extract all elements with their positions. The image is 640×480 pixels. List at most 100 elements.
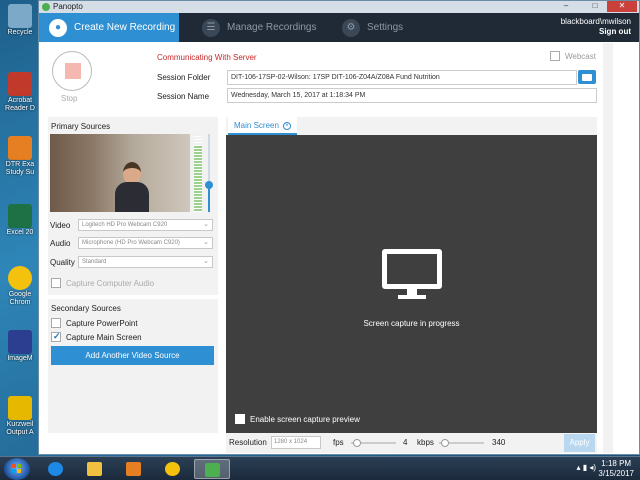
taskbar-panopto[interactable] [194, 459, 230, 479]
webcast-checkbox[interactable] [550, 51, 560, 61]
volume-slider-handle[interactable] [205, 180, 213, 189]
clock-time: 1:18 PM [601, 459, 632, 468]
resolution-select[interactable]: 1280 x 1024 [271, 436, 321, 449]
capture-main-screen-checkbox[interactable] [51, 331, 61, 342]
folder-browse-button[interactable] [578, 70, 596, 84]
top-nav: ● Create New Recording ☰ Manage Recordin… [39, 13, 639, 42]
excel-icon[interactable]: Excel 20 [2, 204, 38, 237]
tab-create-new-recording[interactable]: ● Create New Recording [39, 13, 179, 42]
video-row: Video Logitech HD Pro Webcam C920 ⌄ [50, 219, 213, 231]
folder-icon [582, 74, 592, 81]
capture-settings-bar: Resolution 1280 x 1024 fps 4 kbps 340 Ap… [226, 433, 597, 453]
kbps-slider-handle[interactable] [441, 439, 449, 447]
stop-button[interactable] [52, 51, 92, 91]
window-title: Panopto [53, 2, 83, 11]
quality-select-value: Standard [82, 259, 107, 265]
capture-powerpoint-option[interactable]: Capture PowerPoint [51, 318, 138, 328]
video-select[interactable]: Logitech HD Pro Webcam C920 ⌄ [78, 219, 213, 231]
monitor-icon [382, 249, 442, 289]
capture-computer-audio-label: Capture Computer Audio [66, 278, 155, 288]
secondary-sources-title: Secondary Sources [51, 304, 121, 313]
quality-select[interactable]: Standard ⌄ [78, 256, 213, 268]
capture-main-screen-label: Capture Main Screen [66, 332, 142, 342]
recycle-bin-icon[interactable]: Recycle [2, 4, 38, 37]
fps-value: 4 [403, 438, 408, 447]
tab-label: Create New Recording [74, 22, 176, 33]
chevron-down-icon: ⌄ [203, 221, 209, 228]
audio-select[interactable]: Microphone (HD Pro Webcam C920) ⌄ [78, 237, 213, 249]
system-tray[interactable]: ▴ ▮ ◂) [576, 463, 596, 472]
audio-label: Audio [50, 238, 71, 248]
video-select-value: Logitech HD Pro Webcam C920 [82, 222, 168, 228]
minimize-button[interactable]: – [555, 1, 577, 12]
capture-computer-audio-option[interactable]: Capture Computer Audio [51, 278, 154, 288]
windows-logo-icon [12, 464, 22, 474]
start-button[interactable] [4, 458, 30, 480]
clock-date: 3/15/2017 [598, 469, 634, 478]
apply-button[interactable]: Apply [564, 434, 595, 452]
monitor-base [398, 295, 426, 299]
enable-preview-checkbox[interactable] [235, 414, 245, 424]
session-name-field[interactable]: Wednesday, March 15, 2017 at 1:18:34 PM [227, 88, 597, 103]
stop-icon [65, 63, 81, 79]
internet-explorer-icon [48, 462, 63, 476]
quality-label: Quality [50, 257, 75, 267]
primary-sources-title: Primary Sources [51, 122, 111, 131]
title-bar: Panopto – □ ✕ [39, 1, 639, 13]
tab-label: Settings [367, 22, 404, 33]
enable-preview-option[interactable]: Enable screen capture preview [235, 414, 360, 424]
panopto-logo-icon [42, 3, 50, 11]
capture-powerpoint-label: Capture PowerPoint [66, 318, 138, 328]
tab-main-screen[interactable]: Main Screen × [228, 117, 297, 135]
gear-icon: ⚙ [342, 18, 360, 37]
kbps-label: kbps [417, 438, 434, 447]
status-text: Communicating With Server [157, 53, 257, 62]
session-folder-field[interactable]: DIT-106-17SP-02-Wilson: 17SP DIT-106-Z04… [227, 70, 577, 85]
taskbar-media[interactable] [116, 459, 152, 479]
dtr-icon[interactable]: DTR Exa Study Su [2, 136, 38, 177]
taskbar: ▴ ▮ ◂) 1:18 PM 3/15/2017 [0, 456, 640, 480]
desktop-icon-label: DTR Exa Study Su [5, 161, 35, 176]
source-tabs: Main Screen × [226, 117, 597, 135]
window-scrollbar[interactable] [603, 43, 613, 453]
acrobat-icon[interactable]: Acrobat Reader D [2, 72, 38, 113]
close-button[interactable]: ✕ [607, 1, 637, 12]
volume-slider[interactable] [205, 134, 213, 212]
fps-label: fps [333, 438, 344, 447]
capture-main-screen-option[interactable]: Capture Main Screen [51, 331, 142, 342]
username: blackboard\mwilson [560, 17, 631, 26]
taskbar-chrome[interactable] [155, 459, 191, 479]
enable-preview-label: Enable screen capture preview [250, 414, 360, 424]
tab-label: Manage Recordings [227, 22, 317, 33]
fps-slider[interactable] [351, 439, 396, 447]
desktop-icon-label: Recycle [7, 29, 33, 36]
user-area: blackboard\mwilson Sign out [561, 17, 631, 37]
capture-powerpoint-checkbox[interactable] [51, 318, 61, 328]
camera-icon: ● [49, 18, 67, 37]
chrome-icon[interactable]: Google Chrom [2, 266, 38, 307]
panopto-icon [205, 463, 220, 477]
desktop-icon-label: Excel 20 [6, 229, 34, 236]
media-player-icon [126, 462, 141, 476]
kbps-slider[interactable] [439, 439, 484, 447]
list-icon: ☰ [202, 18, 220, 37]
fps-slider-handle[interactable] [353, 439, 361, 447]
sign-out-link[interactable]: Sign out [561, 27, 631, 37]
clock[interactable]: 1:18 PM 3/15/2017 [598, 459, 634, 479]
session-name-label: Session Name [157, 92, 210, 101]
capture-computer-audio-checkbox[interactable] [51, 278, 61, 288]
tab-settings[interactable]: ⚙ Settings [332, 13, 403, 42]
tab-manage-recordings[interactable]: ☰ Manage Recordings [192, 13, 317, 42]
desktop-icon-label: ImageM [7, 355, 33, 362]
folder-icon [87, 462, 102, 476]
maximize-button[interactable]: □ [584, 1, 606, 12]
taskbar-explorer[interactable] [77, 459, 113, 479]
taskbar-ie[interactable] [38, 459, 74, 479]
webcam-subject [115, 162, 149, 212]
chevron-down-icon: ⌄ [203, 258, 209, 265]
kurzweil-icon[interactable]: Kurzweil Output A [2, 396, 38, 437]
close-tab-icon[interactable]: × [282, 121, 291, 130]
add-video-source-button[interactable]: Add Another Video Source [51, 346, 214, 365]
webcast-toggle[interactable]: Webcast [550, 51, 596, 61]
imagemagick-icon[interactable]: ImageM [2, 330, 38, 363]
